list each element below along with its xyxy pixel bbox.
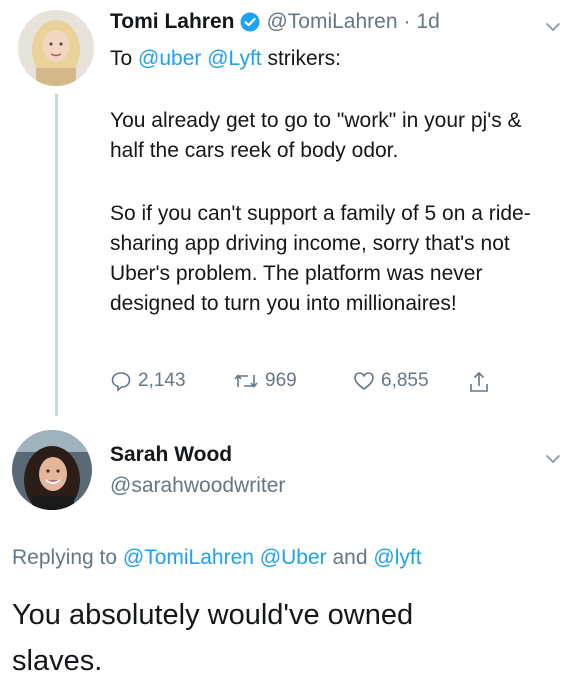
sarah-wood-avatar[interactable] xyxy=(12,430,92,510)
like-count: 6,855 xyxy=(381,370,429,391)
tweet1-paragraph-2: So if you can't support a family of 5 on… xyxy=(110,202,531,315)
tweet1-reply-suffix: strikers: xyxy=(267,47,341,70)
tweet2-display-name[interactable]: Sarah Wood xyxy=(110,443,232,467)
replying-to-label: Replying to xyxy=(12,546,118,569)
like-action[interactable]: 6,855 xyxy=(353,370,429,392)
tweet1-separator: · xyxy=(403,10,411,33)
mention-uber[interactable]: @uber xyxy=(138,47,201,70)
tweet1-handle[interactable]: @TomiLahren xyxy=(266,10,397,34)
tweet2-handle[interactable]: @sarahwoodwriter xyxy=(110,474,285,498)
thread-line xyxy=(55,94,58,416)
replying-to-line: Replying to @TomiLahren @Uber and @lyft xyxy=(12,546,422,570)
verified-badge-icon xyxy=(240,12,260,32)
tweet1-chevron-down-icon[interactable] xyxy=(545,20,561,36)
heart-icon xyxy=(353,370,375,392)
replying-and: and xyxy=(332,546,368,569)
share-action[interactable] xyxy=(468,370,490,394)
retweet-count: 969 xyxy=(265,370,297,391)
tomi-lahren-avatar[interactable] xyxy=(18,10,94,86)
share-icon xyxy=(468,370,490,394)
reply-mention-uber[interactable]: @Uber xyxy=(260,546,327,569)
reply-icon xyxy=(110,370,132,392)
tweet1-reply-prefix: To xyxy=(110,47,133,70)
tweet1-reply-to-line: To @uber @Lyft strikers: xyxy=(110,44,341,74)
tweet1-time[interactable]: 1d xyxy=(417,10,440,34)
retweet-icon xyxy=(233,370,259,392)
tweet1-paragraph-1: You already get to go to "work" in your … xyxy=(110,109,522,162)
reply-mention-tomilahren[interactable]: @TomiLahren xyxy=(123,546,254,569)
reply-count: 2,143 xyxy=(138,370,186,391)
tweet2-chevron-down-icon[interactable] xyxy=(545,452,561,468)
mention-lyft[interactable]: @Lyft xyxy=(207,47,261,70)
tweet1-display-name[interactable]: Tomi Lahren xyxy=(110,10,234,34)
reply-action[interactable]: 2,143 xyxy=(110,370,186,392)
tweet1-header: Tomi Lahren @TomiLahren · 1d xyxy=(110,10,440,34)
retweet-action[interactable]: 969 xyxy=(233,370,297,392)
tweet2-text: You absolutely would've owned slaves. xyxy=(12,599,414,677)
reply-mention-lyft[interactable]: @lyft xyxy=(373,546,421,569)
